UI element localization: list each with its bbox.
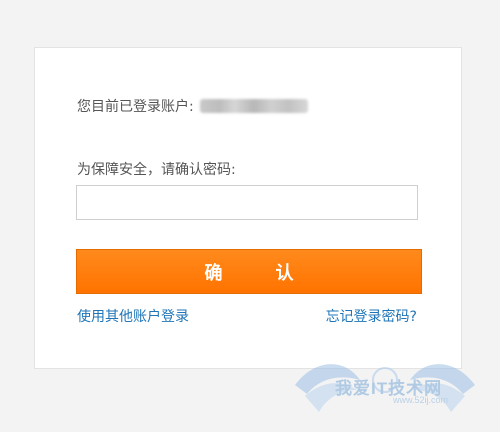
watermark-url: www.52ij.com xyxy=(393,395,449,405)
login-confirm-card: 您目前已登录账户: 为保障安全，请确认密码: 确 认 使用其他账户登录 忘记登录… xyxy=(34,47,462,369)
use-other-account-link[interactable]: 使用其他账户登录 xyxy=(77,306,189,326)
watermark-text: 我爱IT技术网 xyxy=(335,379,443,398)
current-account-row: 您目前已登录账户: xyxy=(77,96,308,116)
confirm-button[interactable]: 确 认 xyxy=(76,249,422,294)
current-account-label: 您目前已登录账户: xyxy=(77,99,194,115)
confirm-password-label: 为保障安全，请确认密码: xyxy=(77,162,236,178)
forgot-password-link[interactable]: 忘记登录密码? xyxy=(326,306,417,326)
page: 您目前已登录账户: 为保障安全，请确认密码: 确 认 使用其他账户登录 忘记登录… xyxy=(0,0,500,432)
masked-account-name xyxy=(199,99,308,113)
password-input[interactable] xyxy=(76,185,418,220)
